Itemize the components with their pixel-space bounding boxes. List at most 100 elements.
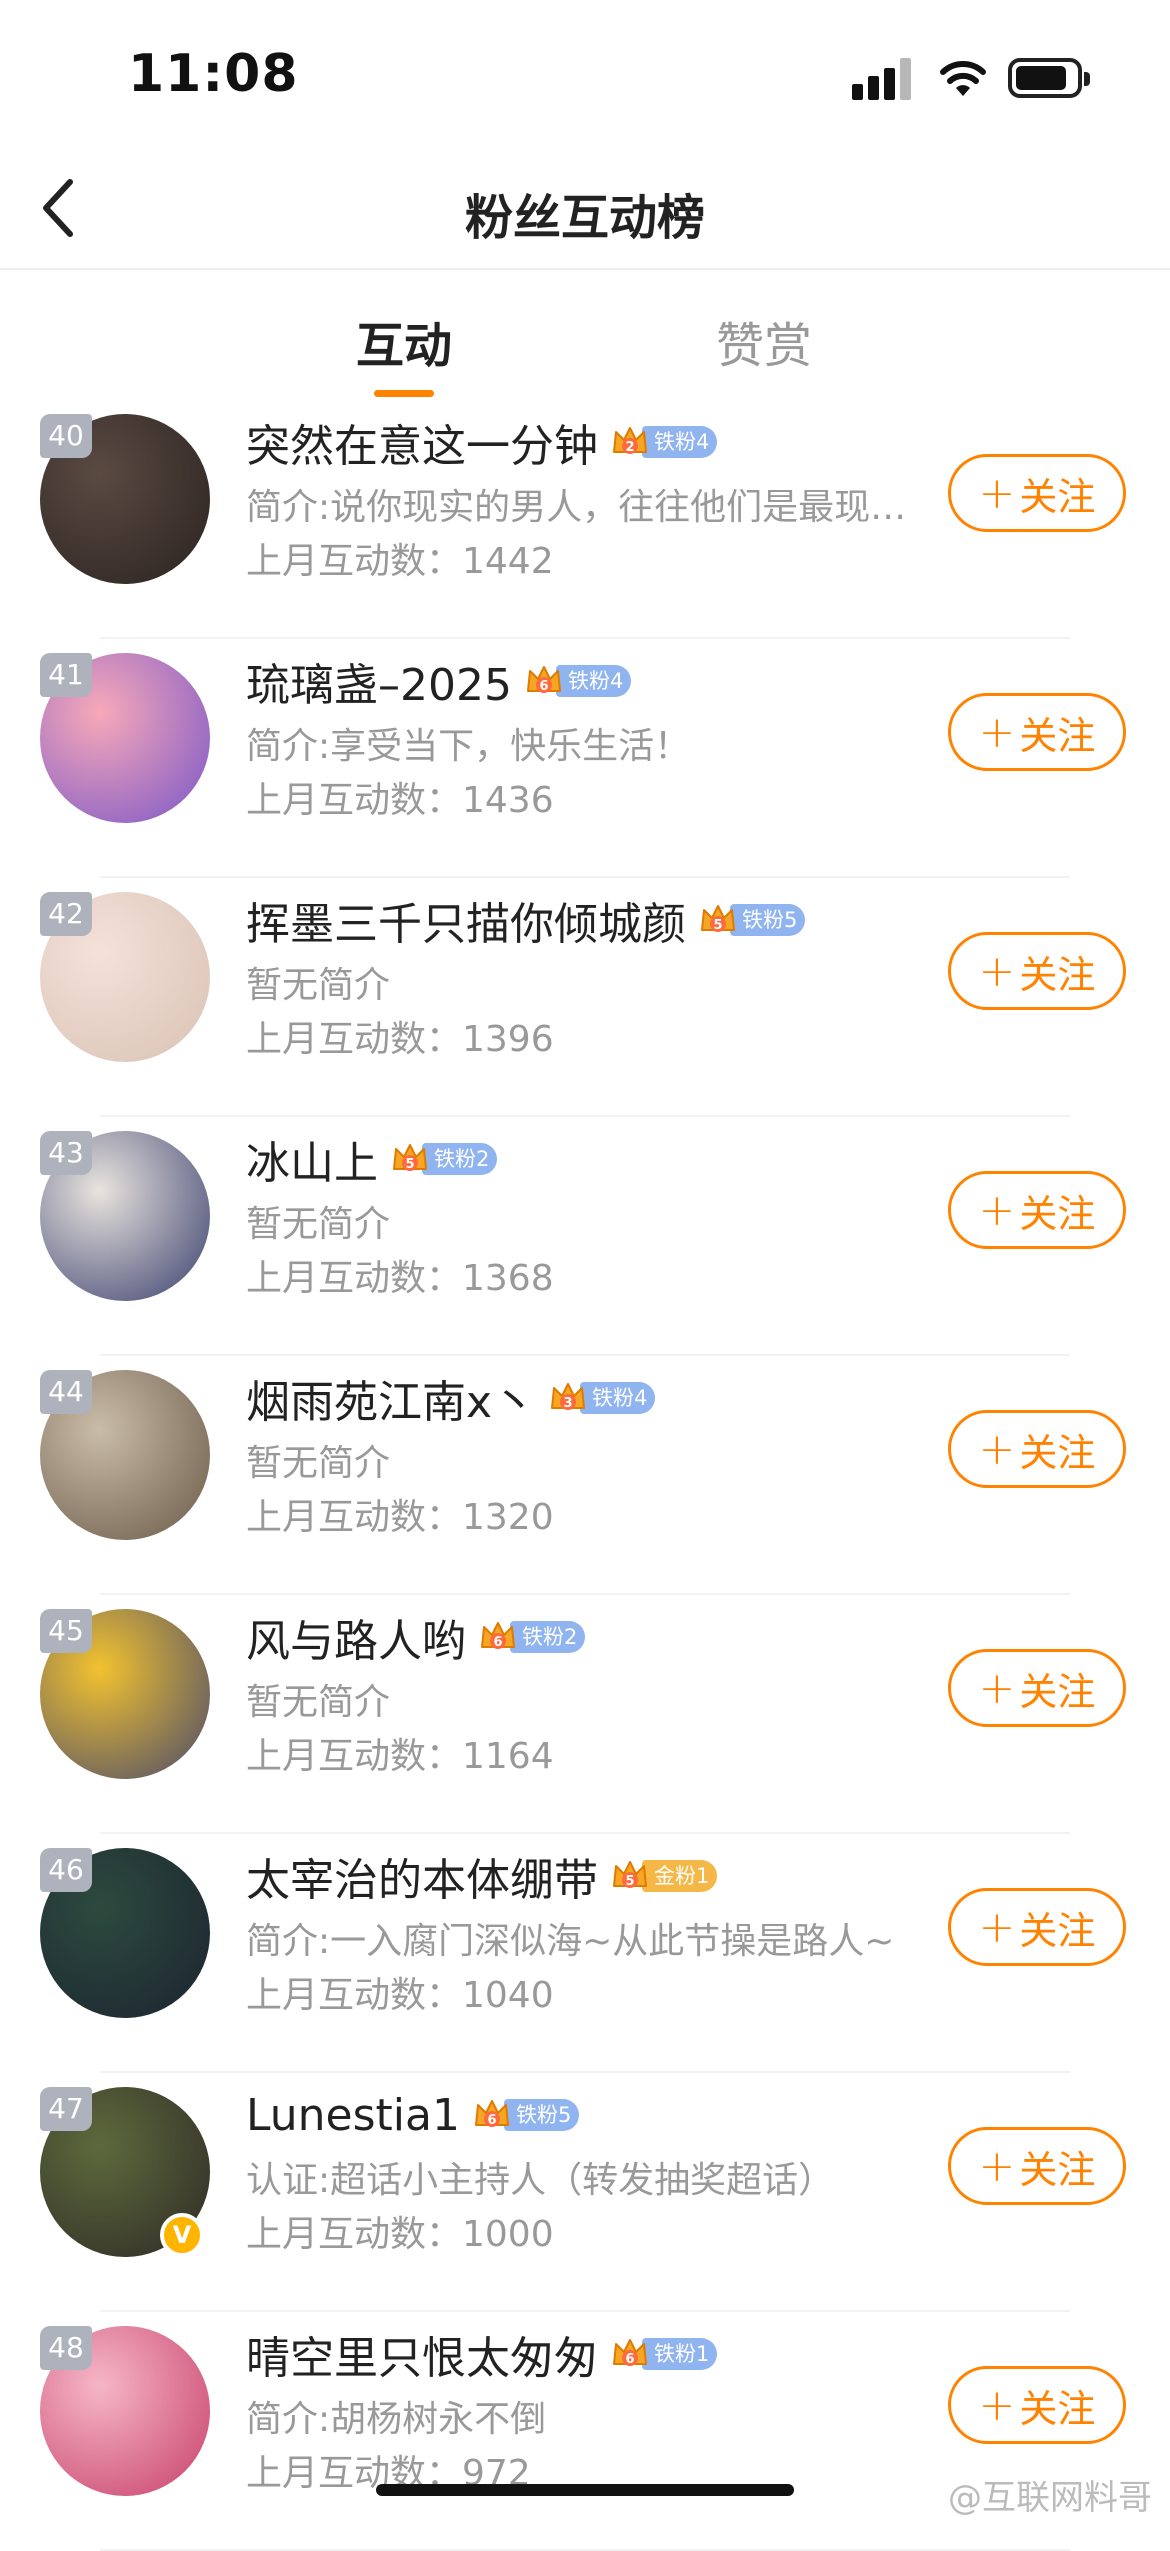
rank-badge: 41	[40, 653, 92, 697]
crown-icon: 5	[701, 905, 735, 933]
fan-name[interactable]: 烟雨苑江南x丶	[246, 1366, 536, 1430]
crown-icon: 3	[551, 1383, 586, 1411]
name-line: 太宰治的本体绷带 5 金粉1	[246, 1844, 718, 1908]
follow-label: 关注	[1019, 2147, 1096, 2192]
page-title: 粉丝互动榜	[464, 190, 705, 246]
tab-bar: 互动 赞赏	[0, 270, 1170, 400]
fan-bio: 简介:说你现实的男人，往往他们是最现…	[246, 487, 906, 528]
interaction-count: 上月互动数：1164	[246, 1736, 554, 1777]
crown-icon: 5	[613, 1861, 647, 1889]
name-line: 晴空里只恨太匆匆 6 铁粉1	[246, 2322, 718, 2386]
crown-level: 5	[713, 918, 722, 933]
tab-interaction[interactable]: 互动	[356, 306, 452, 376]
nav-bar: 粉丝互动榜	[0, 150, 1170, 270]
name-line: 突然在意这一分钟 2 铁粉4	[246, 410, 718, 474]
fan-badge: 6 铁粉4	[524, 663, 632, 699]
follow-label: 关注	[1019, 1908, 1096, 1953]
follow-button[interactable]: + 关注	[948, 2366, 1126, 2444]
follow-button[interactable]: + 关注	[948, 1649, 1126, 1727]
name-line: 烟雨苑江南x丶 3 铁粉4	[246, 1366, 656, 1430]
rank-badge: 43	[40, 1131, 92, 1175]
interaction-count: 上月互动数：1436	[246, 780, 554, 821]
wifi-icon	[940, 61, 986, 96]
fan-row[interactable]: 47 V Lunestia1 6 铁粉5 认证:超话小主持人（转发抽奖超话） 上月互动数：1…	[0, 2073, 1170, 2312]
follow-button[interactable]: + 关注	[948, 1410, 1126, 1488]
fan-list: 40 突然在意这一分钟 2 铁粉4 简介:说你现实的男人，往往他们是最现… 上月互动数：1…	[0, 400, 1170, 2551]
plus-icon: +	[978, 1423, 1016, 1475]
plus-icon: +	[978, 2379, 1016, 2431]
fan-level-label: 铁粉5	[503, 2099, 580, 2131]
status-bar: 11:08	[0, 0, 1170, 150]
name-line: 琉璃盏–2025 6 铁粉4	[246, 649, 632, 713]
fan-level-label: 铁粉4	[580, 1382, 656, 1414]
crown-level: 5	[625, 1874, 634, 1889]
name-line: 挥墨三千只描你倾城颜 5 铁粉5	[246, 888, 806, 952]
follow-button[interactable]: + 关注	[948, 1171, 1126, 1249]
fan-row[interactable]: 45 风与路人哟 6 铁粉2 暂无简介上月互动数：1164 + 关注	[0, 1595, 1170, 1834]
fan-row[interactable]: 41 琉璃盏–2025 6 铁粉4 简介:享受当下，快乐生活！ 上月互动数：1436 + 关注	[0, 639, 1170, 878]
fan-level-label: 金粉1	[642, 1860, 718, 1892]
fan-bio: 暂无简介	[246, 1682, 391, 1723]
crown-level: 6	[625, 2352, 634, 2367]
follow-label: 关注	[1019, 1430, 1096, 1475]
home-indicator[interactable]	[376, 2484, 794, 2496]
fan-name[interactable]: 晴空里只恨太匆匆	[246, 2322, 598, 2386]
fan-row[interactable]: 42 挥墨三千只描你倾城颜 5 铁粉5 暂无简介 上月互动数：1396 + 关注	[0, 878, 1170, 1117]
fan-row[interactable]: 43 冰山上 5 铁粉2 暂无简介 上月互动数：1368 + 关注	[0, 1117, 1170, 1356]
fan-row[interactable]: 46 太宰治的本体绷带 5 金粉1 简介:一入腐门深似海~从此节操是路人~ 上月互动数：1…	[0, 1834, 1170, 2073]
crown-icon: 6	[474, 2100, 509, 2128]
plus-icon: +	[978, 706, 1016, 758]
plus-icon: +	[978, 945, 1016, 997]
plus-icon: +	[978, 2140, 1016, 2192]
battery-icon	[1008, 58, 1090, 98]
active-tab-indicator	[374, 390, 434, 397]
fan-badge: 6 铁粉5	[472, 2097, 580, 2133]
interaction-count: 上月互动数：1442	[246, 541, 554, 582]
fan-level-label: 铁粉4	[555, 665, 632, 697]
follow-button[interactable]: + 关注	[948, 454, 1126, 532]
fan-level-label: 铁粉4	[642, 426, 718, 458]
fan-name[interactable]: 风与路人哟	[246, 1605, 466, 1669]
fan-name[interactable]: 挥墨三千只描你倾城颜	[246, 888, 686, 952]
cellular-signal-icon	[852, 58, 914, 100]
fan-name[interactable]: Lunestia1	[246, 2090, 460, 2141]
fan-bio: 暂无简介	[246, 1204, 391, 1245]
plus-icon: +	[978, 1184, 1016, 1236]
follow-button[interactable]: + 关注	[948, 2127, 1126, 2205]
fan-badge: 2 铁粉4	[610, 424, 718, 460]
fan-name[interactable]: 琉璃盏–2025	[246, 649, 512, 713]
fan-level-label: 铁粉2	[510, 1621, 586, 1653]
fan-row[interactable]: 40 突然在意这一分钟 2 铁粉4 简介:说你现实的男人，往往他们是最现… 上月互动数：1…	[0, 400, 1170, 639]
follow-button[interactable]: + 关注	[948, 932, 1126, 1010]
fan-bio: 暂无简介	[246, 1443, 391, 1484]
interaction-count: 上月互动数：1320	[246, 1497, 554, 1538]
fan-bio: 简介:享受当下，快乐生活！	[246, 726, 691, 767]
follow-button[interactable]: + 关注	[948, 1888, 1126, 1966]
fan-name[interactable]: 突然在意这一分钟	[246, 410, 598, 474]
fan-row[interactable]: 44 烟雨苑江南x丶 3 铁粉4 暂无简介上月互动数：1320 + 关注	[0, 1356, 1170, 1595]
crown-icon: 2	[613, 427, 647, 455]
verified-badge-icon: V	[160, 2213, 204, 2257]
crown-level: 6	[539, 679, 548, 694]
follow-button[interactable]: + 关注	[948, 693, 1126, 771]
name-line: 风与路人哟 6 铁粉2	[246, 1605, 586, 1669]
interaction-count: 上月互动数：1396	[246, 1019, 554, 1060]
fan-name[interactable]: 太宰治的本体绷带	[246, 1844, 598, 1908]
interaction-count: 上月互动数：1040	[246, 1975, 554, 2016]
rank-badge: 45	[40, 1609, 92, 1653]
fan-badge: 3 铁粉4	[548, 1380, 656, 1416]
follow-label: 关注	[1019, 2386, 1096, 2431]
crown-level: 5	[405, 1157, 414, 1172]
rank-badge: 47	[40, 2087, 92, 2131]
crown-level: 6	[487, 2113, 496, 2128]
rank-badge: 44	[40, 1370, 92, 1414]
follow-label: 关注	[1019, 952, 1096, 997]
follow-label: 关注	[1019, 1191, 1096, 1236]
crown-level: 2	[625, 440, 634, 455]
plus-icon: +	[978, 1662, 1016, 1714]
tab-reward[interactable]: 赞赏	[716, 306, 812, 376]
crown-level: 3	[564, 1396, 573, 1411]
plus-icon: +	[978, 1901, 1016, 1953]
fan-name[interactable]: 冰山上	[246, 1127, 378, 1191]
fan-bio: 简介:胡杨树永不倒	[246, 2399, 547, 2440]
